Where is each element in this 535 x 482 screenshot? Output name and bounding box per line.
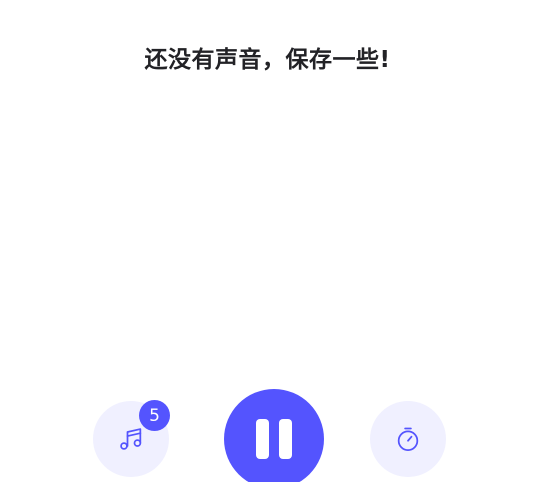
stopwatch-icon — [394, 425, 422, 453]
timer-button[interactable] — [370, 401, 446, 477]
pause-icon — [256, 419, 292, 459]
sounds-count-badge: 5 — [139, 400, 170, 431]
pause-bar-right — [279, 419, 292, 459]
saved-sounds-button[interactable]: 5 — [93, 400, 170, 477]
pause-bar-left — [256, 419, 269, 459]
empty-state-title: 还没有声音，保存一些! — [144, 47, 391, 73]
music-notes-icon — [117, 425, 145, 453]
player-screen: 还没有声音，保存一些! 5 — [0, 0, 535, 482]
pause-button[interactable] — [224, 389, 324, 482]
